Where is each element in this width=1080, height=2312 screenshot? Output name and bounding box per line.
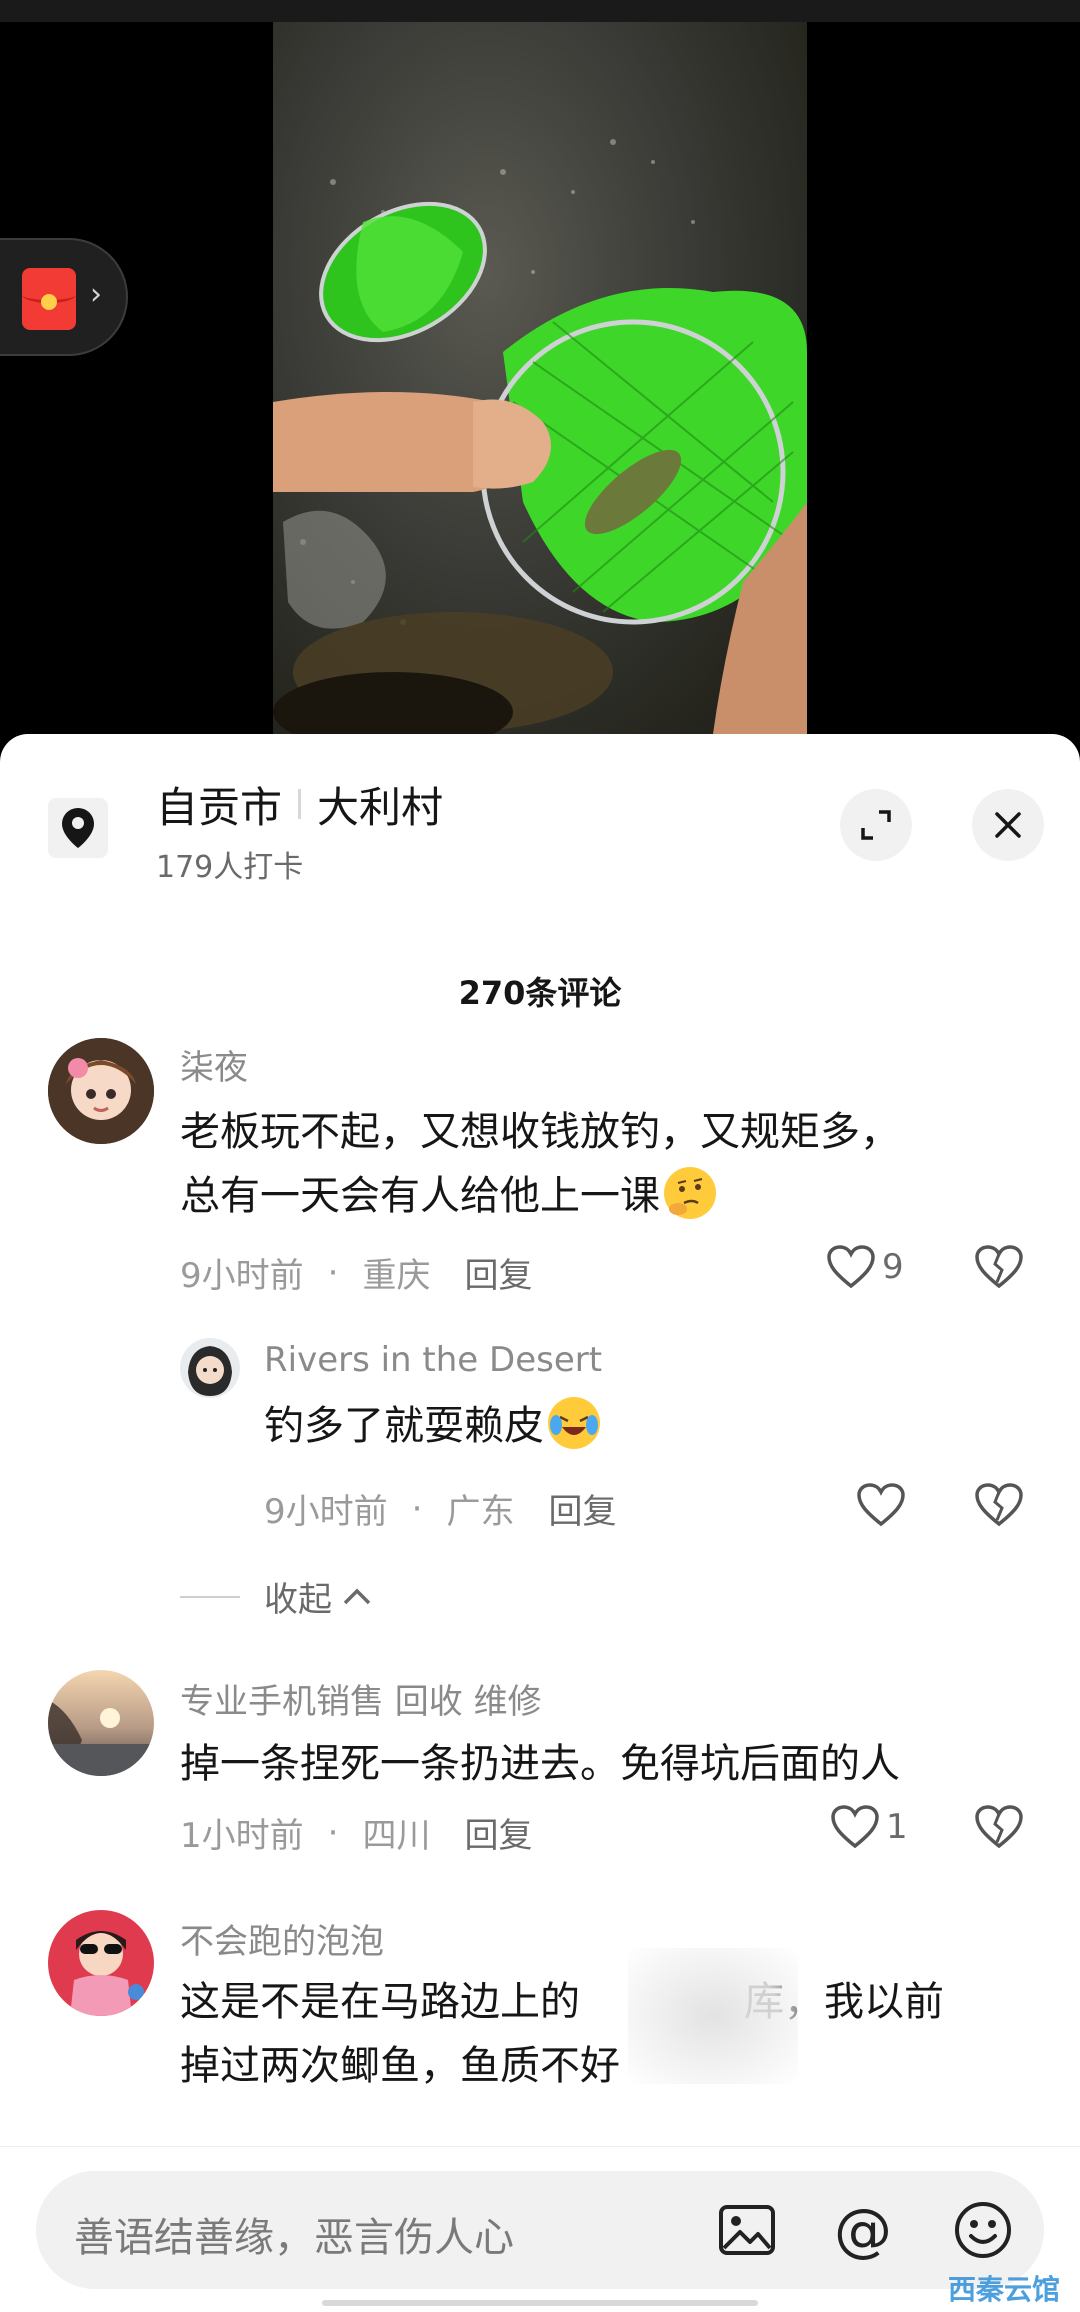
chevron-up-icon	[343, 1588, 371, 1604]
reply-text-content: 钓多了就耍赖皮	[264, 1403, 544, 1449]
reply-time: 9小时前	[264, 1492, 388, 1532]
comment-text-line-2: 总有一天会有人给他上一课	[180, 1164, 900, 1228]
red-packet-icon	[22, 268, 76, 330]
avatar[interactable]	[48, 1910, 154, 2016]
comment-region: 重庆	[362, 1256, 431, 1296]
location-checkins: 179人打卡	[156, 850, 304, 885]
heart-icon	[831, 1805, 879, 1849]
video-player[interactable]: ›	[0, 0, 1080, 760]
comment-time: 1小时前	[180, 1816, 304, 1856]
laughing-crying-emoji-icon	[548, 1397, 600, 1449]
comment-meta: 9小时前 · 重庆 回复	[180, 1248, 532, 1297]
broken-heart-icon[interactable]	[974, 1244, 1024, 1290]
commenter-name[interactable]: 不会跑的泡泡	[180, 1914, 384, 1963]
redaction-blur	[628, 1948, 798, 2084]
reply-text: 钓多了就耍赖皮	[264, 1394, 600, 1458]
location-header[interactable]: 自贡市 大利村 179人打卡	[0, 734, 1080, 914]
status-bar	[0, 0, 1080, 22]
comment-text-head: 这是不是在马路边上的	[180, 1979, 580, 2025]
expand-button[interactable]	[840, 789, 912, 861]
reply-button[interactable]: 回复	[548, 1484, 616, 1533]
mention-button[interactable]: @	[828, 2195, 898, 2265]
expand-icon	[861, 810, 891, 840]
reply-item: Rivers in the Desert 钓多了就耍赖皮 9小时前 · 广东 回…	[0, 1334, 1080, 1534]
emoji-icon[interactable]	[948, 2195, 1018, 2265]
reply-meta: 9小时前 · 广东 回复	[264, 1484, 616, 1533]
commenter-name[interactable]: 专业手机销售 回收 维修	[180, 1674, 542, 1723]
input-placeholder: 善语结善缘，恶言伤人心	[74, 2215, 514, 2261]
like-count: 9	[882, 1247, 904, 1287]
close-icon	[995, 812, 1021, 838]
comment-time: 9小时前	[180, 1256, 304, 1296]
comment-text-line: 老板玩不起，又想收钱放钓，又规矩多，	[180, 1109, 900, 1155]
divider	[180, 1595, 240, 1598]
location-divider	[298, 789, 302, 819]
comment-text-content: 总有一天会有人给他上一课	[180, 1173, 660, 1219]
comment-text: 这是不是在马路边上的 库，我以前 掉过两次鲫鱼，鱼质不好	[180, 1970, 944, 2098]
at-icon: @	[834, 2196, 892, 2264]
comment-input[interactable]: 善语结善缘，恶言伤人心 @	[36, 2171, 1044, 2289]
comment-text-line-2: 掉过两次鲫鱼，鱼质不好	[180, 2043, 620, 2089]
collapse-replies-button[interactable]: 收起	[180, 1572, 374, 1621]
comment-item: 柒夜 老板玩不起，又想收钱放钓，又规矩多， 总有一天会有人给他上一课 9小时前 …	[0, 1034, 1080, 1296]
thinking-emoji-icon	[664, 1167, 716, 1219]
close-button[interactable]	[972, 789, 1044, 861]
reply-button[interactable]: 回复	[464, 1248, 532, 1297]
comment-text-line: 这是不是在马路边上的 库，我以前	[180, 1970, 944, 2034]
comment-sheet: 自贡市 大利村 179人打卡 270条评论 柒夜 老板玩不起，又想收钱放钓，又规…	[0, 734, 1080, 2312]
avatar[interactable]	[48, 1038, 154, 1144]
location-pin-icon	[48, 798, 108, 858]
reply-button[interactable]: 回复	[464, 1808, 532, 1857]
heart-icon	[827, 1245, 875, 1289]
broken-heart-icon[interactable]	[974, 1804, 1024, 1850]
replier-name[interactable]: Rivers in the Desert	[264, 1340, 602, 1380]
location-title: 自贡市 大利村	[156, 776, 443, 832]
comment-text: 掉一条捏死一条扔进去。免得坑后面的人	[180, 1741, 900, 1787]
heart-icon[interactable]	[856, 1482, 906, 1528]
chevron-right-icon: ›	[90, 277, 102, 312]
comment-meta: 1小时前 · 四川 回复	[180, 1808, 532, 1857]
location-place: 大利村	[317, 782, 444, 832]
commenter-name[interactable]: 柒夜	[180, 1040, 248, 1089]
meta-dot: ·	[327, 1252, 339, 1293]
like-button[interactable]: 1	[830, 1804, 908, 1850]
video-frame[interactable]	[273, 22, 807, 734]
comments-count: 270条评论	[458, 974, 622, 1012]
home-indicator	[322, 2300, 758, 2306]
watermark: 西秦云馆	[948, 2273, 1061, 2306]
location-city: 自贡市	[156, 782, 283, 832]
avatar[interactable]	[180, 1338, 240, 1398]
comment-input-bar: 善语结善缘，恶言伤人心 @	[0, 2146, 1080, 2312]
avatar[interactable]	[48, 1670, 154, 1776]
meta-dot: ·	[411, 1488, 423, 1529]
collapse-label: 收起	[264, 1580, 332, 1620]
meta-dot: ·	[327, 1812, 339, 1853]
like-button[interactable]: 9	[826, 1244, 904, 1290]
comment-item: 不会跑的泡泡 这是不是在马路边上的 库，我以前 掉过两次鲫鱼，鱼质不好	[0, 1910, 1080, 2150]
comment-text: 老板玩不起，又想收钱放钓，又规矩多， 总有一天会有人给他上一课	[180, 1100, 900, 1228]
video-scene-image	[273, 139, 807, 734]
comment-item: 专业手机销售 回收 维修 掉一条捏死一条扔进去。免得坑后面的人 1小时前 · 四…	[0, 1670, 1080, 1870]
image-icon[interactable]	[712, 2195, 782, 2265]
like-count: 1	[886, 1807, 908, 1847]
red-packet-entry[interactable]: ›	[0, 238, 128, 356]
reply-region: 广东	[446, 1492, 515, 1532]
broken-heart-icon[interactable]	[974, 1482, 1024, 1528]
comment-region: 四川	[362, 1816, 431, 1856]
